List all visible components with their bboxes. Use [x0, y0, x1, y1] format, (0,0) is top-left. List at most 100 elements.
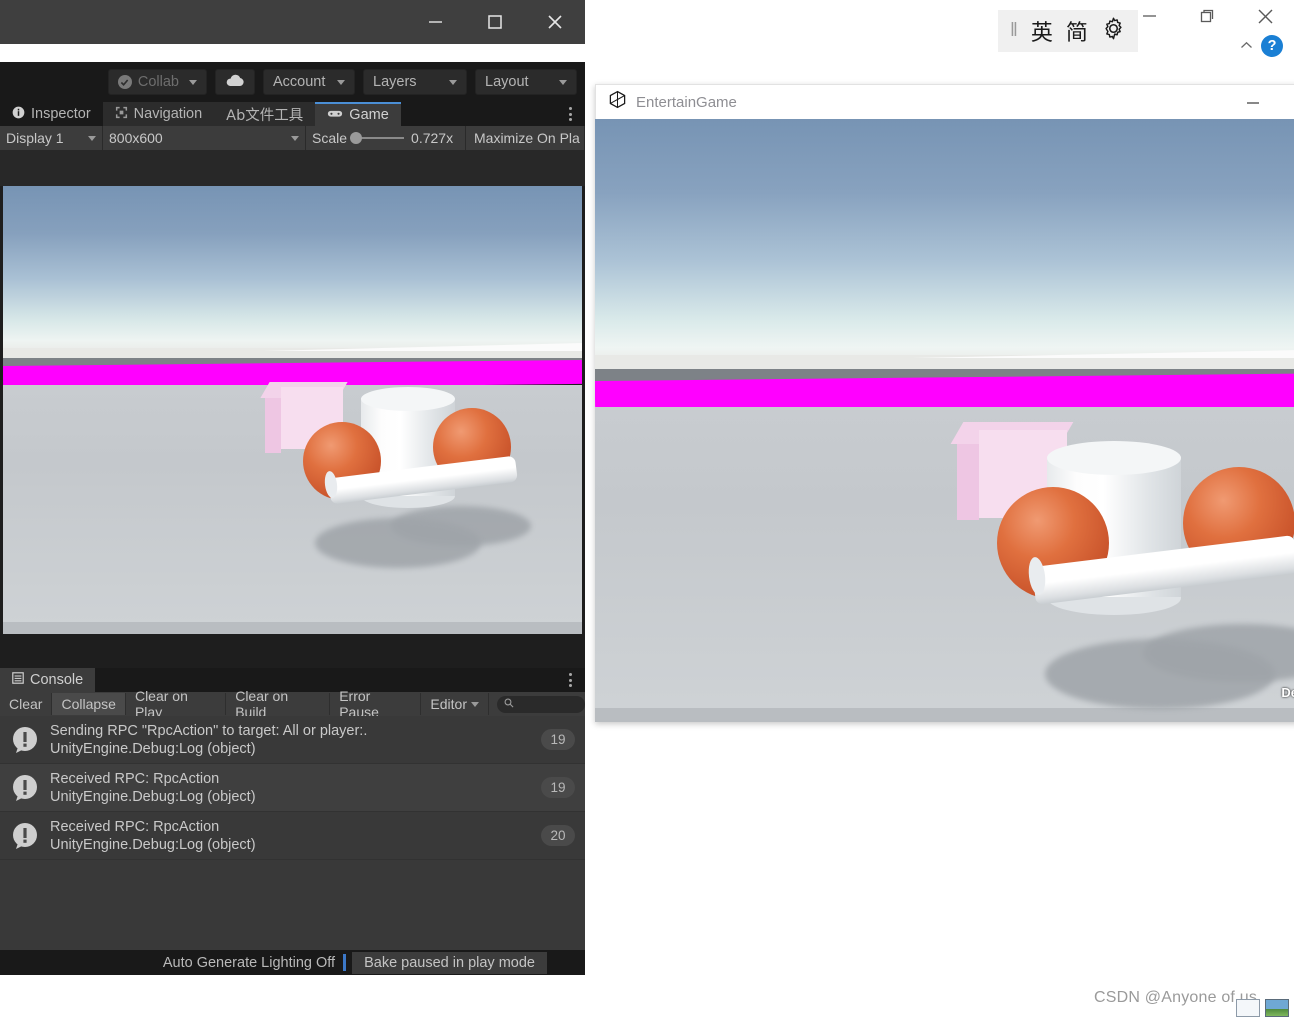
- console-collapse-button[interactable]: Collapse: [52, 693, 126, 715]
- tab-game[interactable]: Game: [315, 102, 401, 126]
- game-view-render[interactable]: [3, 186, 582, 634]
- console-log-list[interactable]: Sending RPC "RpcAction" to target: All o…: [0, 716, 585, 894]
- scale-value: 0.727x: [411, 130, 454, 146]
- log-entry-text: Received RPC: RpcAction UnityEngine.Debu…: [50, 818, 531, 854]
- tab-console-label: Console: [30, 672, 84, 688]
- log-entry[interactable]: Received RPC: RpcAction UnityEngine.Debu…: [0, 812, 585, 860]
- gamepad-icon: [327, 107, 343, 123]
- game-view-letterbox-top: [0, 150, 585, 186]
- log-stack: UnityEngine.Debug:Log (object): [50, 740, 256, 757]
- tab-inspector[interactable]: Inspector: [0, 102, 103, 126]
- os-restore-button[interactable]: [1178, 0, 1236, 32]
- scale-slider[interactable]: [350, 132, 405, 144]
- panel-options-button[interactable]: [555, 102, 585, 126]
- display-label: Display 1: [6, 130, 64, 146]
- log-stack: UnityEngine.Debug:Log (object): [50, 836, 256, 853]
- console-error-pause-button[interactable]: Error Pause: [330, 688, 422, 720]
- panel-tabstrip: Inspector Navigation Ab文件工具 Game: [0, 102, 585, 126]
- cloud-icon: [225, 74, 245, 91]
- navigation-icon: [115, 106, 128, 123]
- unity-status-bar: Auto Generate Lighting Off Bake paused i…: [0, 950, 585, 975]
- log-entry-text: Sending RPC "RpcAction" to target: All o…: [50, 722, 531, 758]
- ime-drag-handle[interactable]: ‖: [1010, 20, 1018, 42]
- console-clear-button[interactable]: Clear: [0, 693, 53, 715]
- resolution-label: 800x600: [109, 130, 163, 146]
- search-icon: [504, 695, 514, 713]
- taskbar-tray: [1236, 999, 1289, 1017]
- list-view-icon[interactable]: [1236, 999, 1260, 1017]
- chevron-down-icon: [291, 135, 299, 141]
- collab-button[interactable]: Collab: [107, 69, 207, 95]
- console-icon: [12, 672, 24, 688]
- scale-slider-knob[interactable]: [350, 132, 363, 144]
- chevron-down-icon: [471, 701, 479, 707]
- pink-box-side: [957, 434, 979, 520]
- console-editor-dropdown[interactable]: Editor: [421, 693, 489, 715]
- image-icon[interactable]: [1265, 999, 1289, 1017]
- tab-console[interactable]: Console: [0, 668, 96, 692]
- console-search-input[interactable]: [497, 695, 585, 713]
- scale-label: Scale: [312, 130, 348, 146]
- layers-label: Layers: [373, 74, 417, 90]
- console-clear-on-build-button[interactable]: Clear on Build: [226, 688, 331, 720]
- layers-button[interactable]: Layers: [363, 69, 467, 95]
- status-divider: [343, 954, 347, 971]
- tab-navigation-label: Navigation: [133, 106, 203, 122]
- scale-slider-group[interactable]: Scale 0.727x: [306, 126, 466, 150]
- tab-ab-file-tool-label: Ab文件工具: [226, 107, 304, 124]
- warning-icon: [10, 821, 40, 851]
- console-toolbar: Clear Collapse Clear on Play Clear on Bu…: [0, 688, 585, 720]
- warning-icon: [10, 725, 40, 755]
- log-entry-text: Received RPC: RpcAction UnityEngine.Debu…: [50, 770, 531, 806]
- log-message: Sending RPC "RpcAction" to target: All o…: [50, 722, 368, 739]
- unity-close-button[interactable]: [525, 0, 585, 44]
- gear-icon[interactable]: [1101, 16, 1126, 46]
- ground-shadow-2: [315, 518, 481, 568]
- game-window-title: EntertainGame: [636, 93, 737, 111]
- resolution-dropdown[interactable]: 800x600: [103, 126, 306, 150]
- layout-button[interactable]: Layout: [475, 69, 577, 95]
- os-close-button[interactable]: [1236, 0, 1294, 32]
- info-icon: [12, 106, 25, 123]
- log-message: Received RPC: RpcAction: [50, 770, 220, 787]
- log-message: Received RPC: RpcAction: [50, 818, 220, 835]
- unity-logo-icon: [608, 90, 627, 114]
- tab-ab-file-tool[interactable]: Ab文件工具: [214, 102, 316, 126]
- bake-status-button[interactable]: Bake paused in play mode: [352, 951, 547, 974]
- notification-area: ?: [1240, 32, 1294, 60]
- lighting-status-label: Auto Generate Lighting Off: [162, 954, 336, 971]
- ime-shape-mode[interactable]: 简: [1066, 15, 1088, 47]
- console-clear-on-play-button[interactable]: Clear on Play: [125, 688, 227, 720]
- scene-objects-large: [595, 119, 1294, 722]
- game-window-minimize-button[interactable]: [1245, 85, 1261, 120]
- chevron-down-icon: [559, 79, 567, 85]
- ime-language-bar[interactable]: ‖ 英 简: [998, 10, 1138, 52]
- account-button[interactable]: Account: [263, 69, 355, 95]
- tab-navigation[interactable]: Navigation: [102, 102, 215, 126]
- unity-menubar-strip: [0, 44, 585, 62]
- unity-titlebar[interactable]: [0, 0, 585, 44]
- display-dropdown[interactable]: Display 1: [0, 126, 103, 150]
- chevron-up-icon[interactable]: [1240, 37, 1253, 55]
- log-count-badge: 19: [541, 777, 575, 798]
- log-count-badge: 19: [541, 729, 575, 750]
- game-window-canvas[interactable]: De: [595, 119, 1294, 722]
- ground-shadow-2: [1045, 639, 1275, 709]
- entertain-game-window: EntertainGame D: [595, 84, 1294, 722]
- maximize-on-play-button[interactable]: Maximize On Pla: [466, 126, 585, 150]
- unity-minimize-button[interactable]: [405, 0, 465, 44]
- ime-language-mode[interactable]: 英: [1031, 15, 1053, 47]
- log-entry[interactable]: Sending RPC "RpcAction" to target: All o…: [0, 716, 585, 764]
- game-window-titlebar: EntertainGame: [595, 84, 1294, 119]
- chevron-down-icon: [189, 79, 197, 85]
- layout-label: Layout: [485, 74, 529, 90]
- cylinder-top: [361, 387, 455, 411]
- help-button[interactable]: ?: [1261, 35, 1283, 57]
- scene-objects: [3, 186, 582, 634]
- cloud-services-button[interactable]: [215, 69, 255, 95]
- log-entry[interactable]: Received RPC: RpcAction UnityEngine.Debu…: [0, 764, 585, 812]
- os-window-controls: [1120, 0, 1294, 32]
- unity-maximize-button[interactable]: [465, 0, 525, 44]
- console-editor-label: Editor: [430, 696, 467, 712]
- console-options-button[interactable]: [555, 668, 585, 692]
